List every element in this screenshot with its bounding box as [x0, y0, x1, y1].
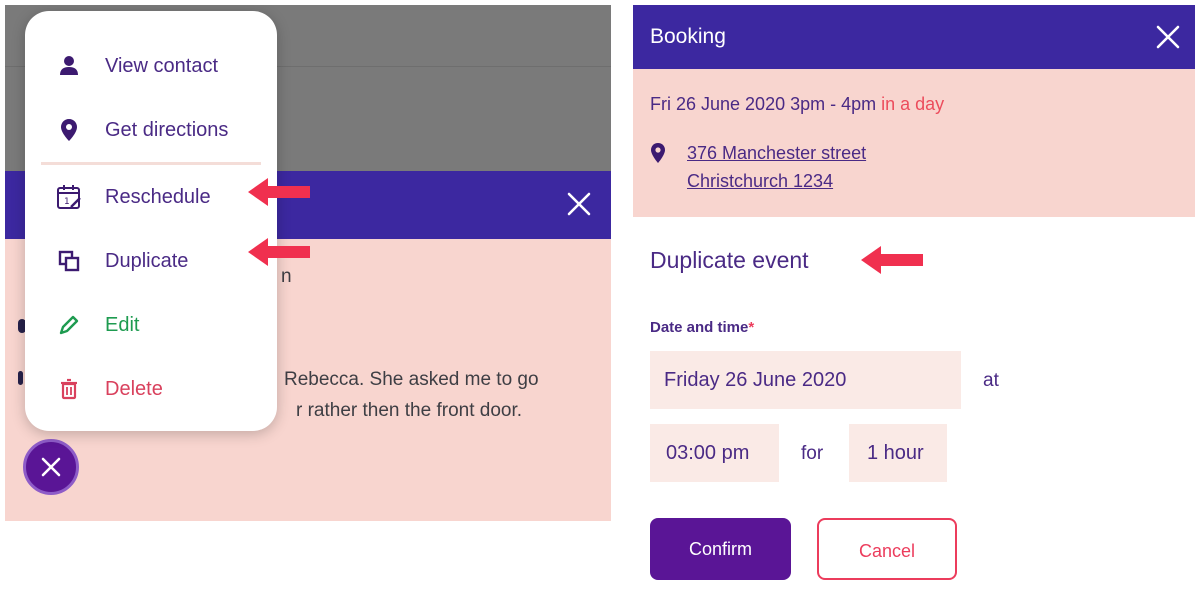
left-screenshot-panel: n Rebecca. She asked me to go r rather t…: [5, 5, 611, 521]
confirm-button[interactable]: Confirm: [650, 518, 791, 580]
close-menu-fab[interactable]: [23, 439, 79, 495]
pencil-icon: [59, 315, 79, 335]
date-field[interactable]: Friday 26 June 2020: [650, 351, 961, 409]
close-icon[interactable]: [564, 189, 594, 219]
required-mark: *: [748, 319, 755, 336]
date-field-value: Friday 26 June 2020: [664, 369, 847, 391]
menu-item-delete[interactable]: Delete: [25, 361, 277, 417]
time-field-value: 03:00 pm: [666, 442, 750, 464]
booking-info: Fri 26 June 2020 3pm - 4pm in a day 376 …: [633, 69, 1195, 217]
menu-item-view-contact[interactable]: View contact: [25, 38, 277, 94]
right-screenshot-panel: Booking Fri 26 June 2020 3pm - 4pm in a …: [633, 5, 1195, 597]
annotation-arrow-icon: [248, 238, 310, 266]
annotation-arrow-icon: [248, 178, 310, 206]
background-icon-fragment: [18, 371, 23, 385]
date-time-label: Date and time*: [650, 319, 755, 336]
calendar-edit-icon: 1: [57, 185, 81, 209]
for-label: for: [801, 443, 824, 464]
close-icon: [41, 457, 61, 477]
trash-icon: [61, 378, 77, 400]
page-title: Booking: [650, 25, 726, 48]
duration-field[interactable]: 1 hour: [849, 424, 947, 482]
annotation-arrow-icon: [861, 246, 923, 274]
at-label: at: [983, 370, 999, 391]
location-pin-icon: [651, 143, 665, 163]
date-range: Fri 26 June 2020 3pm - 4pm: [650, 94, 877, 114]
person-icon: [60, 56, 78, 75]
menu-item-edit[interactable]: Edit: [25, 297, 277, 353]
address-link-line1[interactable]: 376 Manchester street: [687, 140, 866, 166]
duration-field-value: 1 hour: [867, 442, 924, 464]
background-text: Rebecca. She asked me to go: [284, 369, 539, 390]
time-field[interactable]: 03:00 pm: [650, 424, 779, 482]
action-menu: View contact Get directions 1 Reschedule: [25, 11, 277, 431]
menu-item-label: View contact: [105, 55, 219, 77]
menu-item-label: Reschedule: [105, 186, 211, 208]
menu-item-label: Delete: [105, 378, 163, 400]
location-pin-icon: [61, 119, 77, 141]
duplicate-icon: [58, 250, 80, 272]
booking-date: Fri 26 June 2020 3pm - 4pm in a day: [650, 91, 944, 117]
close-icon[interactable]: [1153, 22, 1183, 52]
menu-divider: [41, 162, 261, 165]
relative-time: in a day: [881, 94, 945, 114]
menu-item-label: Duplicate: [105, 250, 189, 272]
booking-header: Booking: [633, 5, 1195, 69]
background-text: r rather then the front door.: [296, 400, 523, 421]
menu-item-get-directions[interactable]: Get directions: [25, 102, 277, 158]
section-title: Duplicate event: [650, 247, 809, 273]
menu-item-duplicate[interactable]: Duplicate: [25, 233, 277, 289]
address-link-line2[interactable]: Christchurch 1234: [687, 168, 833, 194]
svg-text:1: 1: [64, 197, 70, 207]
cancel-button[interactable]: Cancel: [817, 518, 957, 580]
menu-item-reschedule[interactable]: 1 Reschedule: [25, 169, 277, 225]
menu-item-label: Edit: [105, 314, 140, 336]
menu-item-label: Get directions: [105, 119, 229, 141]
